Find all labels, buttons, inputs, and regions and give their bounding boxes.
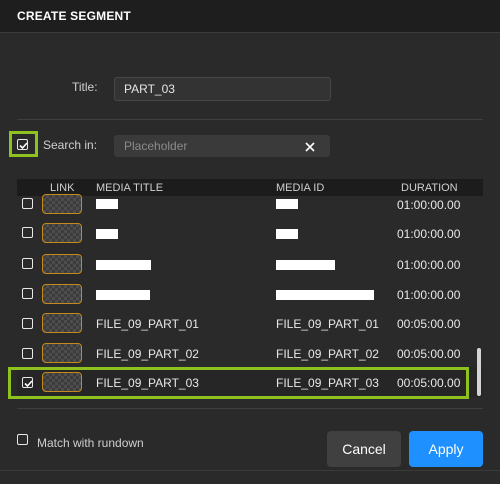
media-id-cell: FILE_09_PART_01 xyxy=(276,317,379,331)
table-row[interactable]: 01:00:00.00 xyxy=(17,218,483,248)
table-scrollbar[interactable] xyxy=(477,348,481,396)
search-in-checkbox[interactable] xyxy=(17,139,28,150)
apply-button[interactable]: Apply xyxy=(409,431,483,467)
selected-row-highlight xyxy=(8,367,469,399)
divider xyxy=(17,119,483,120)
redacted-title xyxy=(96,199,118,209)
redacted-title xyxy=(96,290,150,300)
row-checkbox[interactable] xyxy=(22,198,33,209)
table-row[interactable]: FILE_09_PART_01 FILE_09_PART_01 00:05:00… xyxy=(17,308,483,338)
create-segment-dialog: CREATE SEGMENT Title: Search in: LINK ME… xyxy=(0,0,500,484)
duration-cell: 01:00:00.00 xyxy=(397,227,461,241)
duration-cell: 01:00:00.00 xyxy=(397,288,461,302)
duration-cell: 01:00:00.00 xyxy=(397,258,461,272)
search-input[interactable] xyxy=(114,135,330,157)
title-input[interactable] xyxy=(114,77,331,101)
row-checkbox[interactable] xyxy=(22,318,33,329)
media-title-cell: FILE_09_PART_02 xyxy=(96,347,199,361)
redacted-media-id xyxy=(276,260,335,270)
redacted-media-id xyxy=(276,290,374,300)
row-checkbox[interactable] xyxy=(22,288,33,299)
check-icon xyxy=(19,142,28,150)
table-row[interactable]: 01:00:00.00 xyxy=(17,189,483,219)
redacted-media-id xyxy=(276,229,298,239)
duration-cell: 00:05:00.00 xyxy=(397,347,461,361)
media-thumbnail xyxy=(42,254,82,274)
match-rundown-checkbox[interactable] xyxy=(17,434,28,445)
duration-cell: 01:00:00.00 xyxy=(397,198,461,212)
table-row[interactable]: 01:00:00.00 xyxy=(17,279,483,309)
clear-search-icon[interactable] xyxy=(301,138,319,156)
media-title-cell: FILE_09_PART_01 xyxy=(96,317,199,331)
redacted-title xyxy=(96,260,151,270)
table-row[interactable]: FILE_09_PART_02 FILE_09_PART_02 00:05:00… xyxy=(17,338,483,368)
media-thumbnail xyxy=(42,284,82,304)
row-checkbox[interactable] xyxy=(22,348,33,359)
media-thumbnail xyxy=(42,223,82,243)
row-checkbox[interactable] xyxy=(22,227,33,238)
duration-cell: 00:05:00.00 xyxy=(397,317,461,331)
redacted-title xyxy=(96,229,118,239)
redacted-media-id xyxy=(276,199,298,209)
media-id-cell: FILE_09_PART_02 xyxy=(276,347,379,361)
match-rundown-label: Match with rundown xyxy=(37,436,144,450)
media-thumbnail xyxy=(42,313,82,333)
dialog-titlebar: CREATE SEGMENT xyxy=(0,0,500,33)
row-checkbox[interactable] xyxy=(22,258,33,269)
media-thumbnail xyxy=(42,194,82,214)
cancel-button[interactable]: Cancel xyxy=(327,431,401,467)
search-in-label: Search in: xyxy=(43,138,98,152)
dialog-title: CREATE SEGMENT xyxy=(17,9,131,23)
title-label: Title: xyxy=(72,80,98,94)
dialog-bottom-edge xyxy=(0,470,500,471)
media-thumbnail xyxy=(42,343,82,363)
divider xyxy=(17,408,483,409)
table-row[interactable]: 01:00:00.00 xyxy=(17,249,483,279)
